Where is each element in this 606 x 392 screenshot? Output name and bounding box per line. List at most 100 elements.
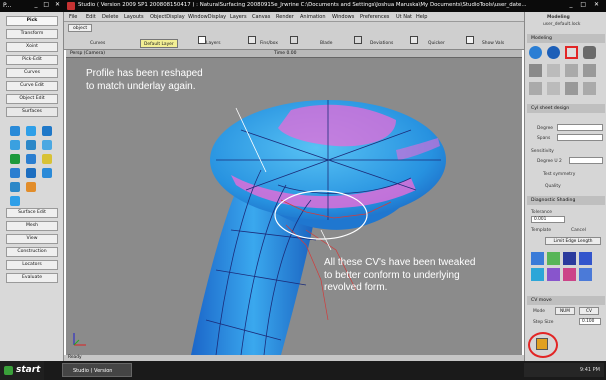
shading-icon[interactable] — [579, 252, 592, 265]
tool-icon[interactable] — [529, 64, 542, 77]
shading-icon[interactable] — [563, 252, 576, 265]
tool-icon[interactable] — [547, 64, 560, 77]
surface-tool-icon[interactable] — [26, 140, 36, 150]
menu-preferences[interactable]: Preferences — [360, 14, 389, 20]
palette-btn-curves[interactable]: Curves — [6, 68, 58, 78]
tool-icon[interactable] — [547, 82, 560, 95]
section-cv-move[interactable]: CV move — [527, 296, 605, 305]
menu-delete[interactable]: Delete — [102, 14, 118, 20]
start-button[interactable]: start — [0, 361, 44, 380]
shelf-tool-icon[interactable] — [290, 36, 298, 44]
palette-btn-curve-edit[interactable]: Curve Edit — [6, 81, 58, 91]
template-label[interactable]: Template — [531, 228, 551, 233]
system-tray[interactable]: 9:41 PM — [524, 363, 604, 377]
menu-file[interactable]: File — [69, 14, 77, 20]
shelf-finsbox[interactable]: Fins/box — [260, 39, 278, 48]
surface-tool-icon[interactable] — [10, 196, 20, 206]
menu-windows[interactable]: Windows — [332, 14, 354, 20]
shading-icon[interactable] — [547, 252, 560, 265]
shelf-show-vals[interactable]: Show Vals — [482, 39, 504, 48]
window-controls[interactable]: _ □ ✕ — [569, 1, 602, 8]
surface-tool-icon[interactable] — [10, 182, 20, 192]
perspective-viewport[interactable]: Profile has been reshaped to match under… — [66, 50, 522, 355]
menu-canvas[interactable]: Canvas — [252, 14, 270, 20]
section-modeling[interactable]: Modeling — [527, 34, 605, 43]
surface-tool-icon[interactable] — [42, 140, 52, 150]
test-symmetry[interactable]: Test symmetry — [543, 172, 575, 177]
sphere-tool-icon[interactable] — [529, 46, 542, 59]
shading-icon[interactable] — [579, 268, 592, 281]
palette-btn-xoint[interactable]: Xoint — [6, 42, 58, 52]
shading-icon[interactable] — [563, 268, 576, 281]
shelf-default-layer[interactable]: Default Layer — [140, 39, 178, 48]
section-cyl-sheet[interactable]: Cyl sheet design — [527, 104, 605, 113]
mode-num-button[interactable]: NUM — [555, 307, 575, 315]
spans-field[interactable] — [557, 134, 603, 141]
shelf-tab-object[interactable]: object — [68, 24, 93, 32]
palette-btn-pick[interactable]: Pick — [6, 16, 58, 26]
surface-tool-icon[interactable] — [26, 182, 36, 192]
shading-icon[interactable] — [547, 268, 560, 281]
menu-windowdisplay[interactable]: WindowDisplay — [188, 14, 226, 20]
shelf-tool-icon[interactable] — [248, 36, 256, 44]
surface-tool-icon[interactable] — [10, 154, 20, 164]
tool-icon[interactable] — [583, 64, 596, 77]
surface-tool-icon[interactable] — [10, 126, 20, 136]
shelf-layers[interactable]: Layers — [206, 39, 221, 48]
surface-tool-icon[interactable] — [42, 168, 52, 178]
shelf-deviations[interactable]: Deviations — [370, 39, 393, 48]
tool-icon[interactable] — [565, 64, 578, 77]
tolerance-field[interactable]: 0.001 — [531, 216, 565, 223]
shelf-tool-icon[interactable] — [198, 36, 206, 44]
surface-tool-icon[interactable] — [26, 168, 36, 178]
surface-tool-icon[interactable] — [42, 154, 52, 164]
limit-edge-button[interactable]: Limit Edge Length — [545, 237, 601, 245]
sphere-tool-icon[interactable] — [547, 46, 560, 59]
selected-tool-icon[interactable] — [565, 46, 578, 59]
viewport-camera-label[interactable]: Persp (Camera) — [70, 51, 105, 56]
shelf-tool-icon[interactable] — [354, 36, 362, 44]
menu-animation[interactable]: Animation — [300, 14, 326, 20]
quality-toggle[interactable]: Quality — [545, 184, 561, 189]
palette-btn-evaluate[interactable]: Evaluate — [6, 273, 58, 283]
surface-tool-icon[interactable] — [26, 154, 36, 164]
degree-field[interactable] — [557, 124, 603, 131]
shelf-quicker[interactable]: Quicker — [428, 39, 445, 48]
palette-btn-surface-edit[interactable]: Surface Edit — [6, 208, 58, 218]
step-size-field[interactable]: 0.100 — [579, 318, 601, 325]
tool-icon[interactable] — [583, 46, 596, 59]
menu-edit[interactable]: Edit — [86, 14, 96, 20]
palette-btn-transform[interactable]: Transform — [6, 29, 58, 39]
shelf-tool-icon[interactable] — [410, 36, 418, 44]
shelf-tool-icon[interactable] — [466, 36, 474, 44]
cv-move-tool-icon[interactable] — [536, 338, 548, 350]
menu-objectdisplay[interactable]: ObjectDisplay — [150, 14, 185, 20]
tool-icon[interactable] — [529, 82, 542, 95]
palette-btn-mesh[interactable]: Mesh — [6, 221, 58, 231]
surface-tool-icon[interactable] — [10, 168, 20, 178]
surface-tool-icon[interactable] — [42, 126, 52, 136]
menu-ut-nat[interactable]: Ut Nat — [396, 14, 412, 20]
shelf-blade[interactable]: Blade — [320, 39, 332, 48]
palette-btn-locators[interactable]: Locators — [6, 260, 58, 270]
cancel-label[interactable]: Cancel — [571, 228, 586, 233]
menu-render[interactable]: Render — [276, 14, 294, 20]
surface-tool-icon[interactable] — [10, 140, 20, 150]
palette-btn-object-edit[interactable]: Object Edit — [6, 94, 58, 104]
menu-layers[interactable]: Layers — [230, 14, 247, 20]
mode-cv-button[interactable]: CV — [579, 307, 599, 315]
palette-btn-view[interactable]: View — [6, 234, 58, 244]
shading-icon[interactable] — [531, 252, 544, 265]
tool-icon[interactable] — [583, 82, 596, 95]
palette-btn-pick-edit[interactable]: Pick-Edit — [6, 55, 58, 65]
taskbar-item-studio[interactable]: Studio ( Version 2009... — [62, 363, 132, 388]
palette-btn-construction[interactable]: Construction — [6, 247, 58, 257]
surface-tool-icon[interactable] — [26, 126, 36, 136]
menu-layouts[interactable]: Layouts — [124, 14, 144, 20]
palette-window-controls[interactable]: _ □ ✕ — [34, 1, 62, 8]
section-diagnostic-shading[interactable]: Diagnostic Shading — [527, 196, 605, 205]
menu-help[interactable]: Help — [416, 14, 427, 20]
shelf-curves[interactable]: Curves — [90, 39, 105, 48]
tool-icon[interactable] — [565, 82, 578, 95]
degree-u-field[interactable] — [569, 157, 603, 164]
